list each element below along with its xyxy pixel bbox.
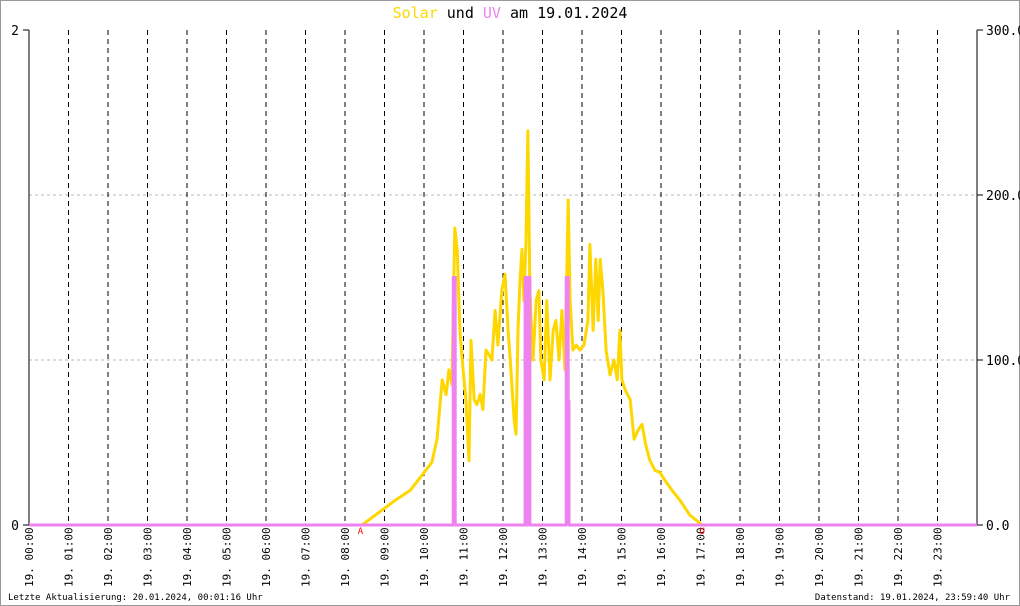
x-tick-label: 19. 12:00 [497,527,510,587]
x-tick-label: 19. 00:00 [23,527,36,587]
right-tick-label: 100.0 [986,354,1020,369]
x-tick-label: 19. 07:00 [300,527,313,587]
chart-plot: 0.0 100.0 200.0 300.0 0 2 19. 00:00 19. 01:00 19… [11,24,1020,587]
right-tick-label: 300.0 [986,24,1020,39]
x-tick-label: 19. 11:00 [458,527,471,587]
left-tick-label: 2 [11,24,19,39]
x-tick-label: 19. 23:00 [932,527,945,587]
x-tick-label: 19. 02:00 [102,527,115,587]
x-tick-label: 19. 22:00 [892,527,905,587]
x-tick-label: 19. 13:00 [537,527,550,587]
right-tick-label: 200.0 [986,189,1020,204]
x-tick-label: 19. 10:00 [418,527,431,587]
x-tick-label: 19. 21:00 [853,527,866,587]
x-tick-label: 19. 06:00 [260,527,273,587]
right-tick-label: 0.0 [986,519,1009,534]
x-tick-label: 19. 16:00 [655,527,668,587]
x-tick-label: 19. 18:00 [734,527,747,587]
x-tick-label: 19. 14:00 [576,527,589,587]
x-tick-label: 19. 03:00 [142,527,155,587]
x-tick-label: 19. 20:00 [813,527,826,587]
left-tick-label: 0 [11,519,19,534]
x-tick-label: 19. 05:00 [221,527,234,587]
sun-marker-u: U [699,527,704,537]
x-tick-label: 19. 04:00 [181,527,194,587]
data-timestamp-text: Datenstand: 19.01.2024, 23:59:40 Uhr [814,593,1010,603]
sun-marker-a: A [358,527,364,537]
x-tick-label: 19. 01:00 [63,527,76,587]
x-tick-label: 19. 09:00 [379,527,392,587]
x-tick-label: 19. 19:00 [774,527,787,587]
last-update-text: Letzte Aktualisierung: 20.01.2024, 00:01… [8,593,263,603]
x-tick-label: 19. 15:00 [616,527,629,587]
x-tick-label: 19. 08:00 [339,527,352,587]
